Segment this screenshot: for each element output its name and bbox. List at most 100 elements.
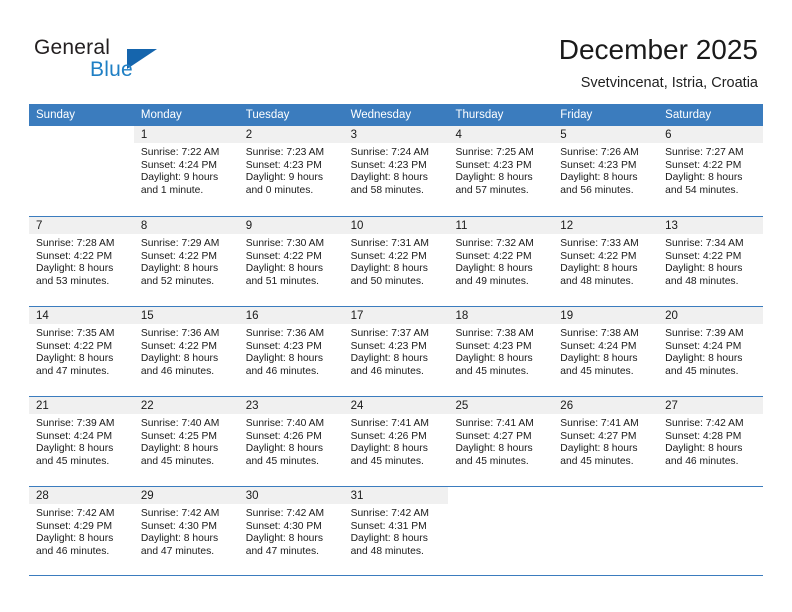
- calendar-day-cell[interactable]: 13 Sunrise: 7:34 AM Sunset: 4:22 PM Dayligh…: [658, 217, 764, 306]
- daylight-text: and 47 minutes.: [140, 545, 215, 557]
- daylight-text: Daylight: 8 hours: [455, 443, 533, 455]
- day-number-band: 17: [343, 307, 449, 325]
- day-number: 6: [665, 129, 672, 141]
- day-details: Sunrise: 7:40 AM Sunset: 4:26 PM Daylight:…: [239, 415, 344, 468]
- daylight-text: Daylight: 8 hours: [665, 263, 743, 275]
- sunset-text: Sunset: 4:24 PM: [665, 340, 742, 352]
- calendar-day-cell[interactable]: 17 Sunrise: 7:37 AM Sunset: 4:23 PM Dayligh…: [343, 307, 449, 396]
- daylight-text: Daylight: 8 hours: [245, 263, 323, 275]
- calendar-day-cell[interactable]: 10 Sunrise: 7:31 AM Sunset: 4:22 PM Dayligh…: [343, 217, 449, 306]
- calendar-day-cell[interactable]: 7 Sunrise: 7:28 AM Sunset: 4:22 PM Daylight…: [29, 217, 134, 306]
- calendar-day-cell[interactable]: 28 Sunrise: 7:42 AM Sunset: 4:29 PM Dayligh…: [29, 487, 134, 575]
- calendar-day-cell[interactable]: 30 Sunrise: 7:42 AM Sunset: 4:30 PM Dayligh…: [238, 487, 344, 575]
- day-number-band: 21: [29, 397, 134, 415]
- calendar-day-cell[interactable]: 1 Sunrise: 7:22 AM Sunset: 4:24 PM Daylight…: [133, 126, 239, 216]
- day-number-band: 13: [658, 217, 764, 235]
- calendar-day-cell[interactable]: 5 Sunrise: 7:26 AM Sunset: 4:23 PM Daylight…: [553, 126, 659, 216]
- calendar-day-cell[interactable]: 3 Sunrise: 7:24 AM Sunset: 4:23 PM Daylight…: [343, 126, 449, 216]
- page-header: General Blue December 2025 Svetvincenat,…: [0, 0, 792, 100]
- calendar-day-cell[interactable]: 21 Sunrise: 7:39 AM Sunset: 4:24 PM Dayligh…: [29, 397, 134, 486]
- day-number: 29: [140, 490, 154, 502]
- calendar-day-cell[interactable]: 27 Sunrise: 7:42 AM Sunset: 4:28 PM Dayligh…: [658, 397, 764, 486]
- calendar-day-cell[interactable]: 19 Sunrise: 7:38 AM Sunset: 4:24 PM Dayligh…: [553, 307, 659, 396]
- title-block: December 2025 Svetvincenat, Istria, Croa…: [559, 33, 758, 93]
- day-number-band: 24: [343, 397, 449, 415]
- daylight-text: Daylight: 8 hours: [350, 353, 428, 365]
- day-details: Sunrise: 7:42 AM Sunset: 4:30 PM Daylight:…: [239, 505, 344, 558]
- sunset-text: Sunset: 4:23 PM: [455, 340, 532, 352]
- day-number-band: [658, 487, 764, 505]
- daylight-text: and 48 minutes.: [665, 275, 739, 287]
- calendar-cell-empty: [448, 487, 554, 575]
- sunset-text: Sunset: 4:22 PM: [560, 250, 637, 262]
- calendar-day-cell[interactable]: 11 Sunrise: 7:32 AM Sunset: 4:22 PM Dayligh…: [448, 217, 554, 306]
- day-details: Sunrise: 7:38 AM Sunset: 4:23 PM Daylight:…: [448, 325, 553, 378]
- day-number-band: 14: [29, 307, 134, 325]
- calendar-day-cell[interactable]: 2 Sunrise: 7:23 AM Sunset: 4:23 PM Daylight…: [238, 126, 344, 216]
- sunrise-text: Sunrise: 7:38 AM: [455, 328, 534, 339]
- day-details: Sunrise: 7:26 AM Sunset: 4:23 PM Daylight:…: [553, 144, 658, 197]
- day-details: Sunrise: 7:41 AM Sunset: 4:27 PM Daylight:…: [553, 415, 658, 468]
- sunset-text: Sunset: 4:30 PM: [140, 520, 217, 532]
- day-number: 19: [560, 310, 574, 322]
- calendar-day-cell[interactable]: 4 Sunrise: 7:25 AM Sunset: 4:23 PM Daylight…: [448, 126, 554, 216]
- sunrise-text: Sunrise: 7:30 AM: [245, 238, 325, 249]
- sunrise-text: Sunrise: 7:34 AM: [665, 238, 744, 249]
- sunset-text: Sunset: 4:22 PM: [665, 159, 742, 171]
- logo-text-blue: Blue: [90, 58, 133, 81]
- weekday-header-saturday: Saturday: [665, 109, 712, 121]
- sunset-text: Sunset: 4:23 PM: [245, 340, 322, 352]
- calendar-day-cell[interactable]: 15 Sunrise: 7:36 AM Sunset: 4:22 PM Dayligh…: [133, 307, 239, 396]
- sunset-text: Sunset: 4:23 PM: [560, 159, 637, 171]
- day-number: 31: [350, 490, 364, 502]
- day-number-band: 15: [133, 307, 239, 325]
- calendar-week-row: 21 Sunrise: 7:39 AM Sunset: 4:24 PM Dayligh…: [29, 396, 764, 486]
- day-number: 2: [245, 129, 253, 141]
- calendar-day-cell[interactable]: 25 Sunrise: 7:41 AM Sunset: 4:27 PM Dayligh…: [448, 397, 554, 486]
- day-details: Sunrise: 7:31 AM Sunset: 4:22 PM Daylight:…: [344, 235, 449, 288]
- calendar-day-cell[interactable]: 22 Sunrise: 7:40 AM Sunset: 4:25 PM Dayligh…: [133, 397, 239, 486]
- day-number: 30: [245, 490, 259, 502]
- weekday-header-sunday: Sunday: [36, 109, 76, 121]
- day-number-band: 23: [238, 397, 344, 415]
- calendar-day-cell[interactable]: 20 Sunrise: 7:39 AM Sunset: 4:24 PM Dayligh…: [658, 307, 764, 396]
- calendar-day-cell[interactable]: 9 Sunrise: 7:30 AM Sunset: 4:22 PM Daylight…: [238, 217, 344, 306]
- daylight-text: and 45 minutes.: [665, 365, 739, 377]
- day-details: Sunrise: 7:23 AM Sunset: 4:23 PM Daylight:…: [239, 144, 344, 197]
- sunrise-text: Sunrise: 7:23 AM: [245, 147, 325, 158]
- day-number-band: 20: [658, 307, 764, 325]
- sunset-text: Sunset: 4:28 PM: [665, 430, 742, 442]
- day-number: 20: [665, 310, 678, 322]
- day-number: 24: [350, 400, 364, 412]
- calendar-day-cell[interactable]: 24 Sunrise: 7:41 AM Sunset: 4:26 PM Dayligh…: [343, 397, 449, 486]
- calendar-day-cell[interactable]: 12 Sunrise: 7:33 AM Sunset: 4:22 PM Dayligh…: [553, 217, 659, 306]
- daylight-text: Daylight: 8 hours: [245, 533, 323, 545]
- calendar-day-cell[interactable]: 18 Sunrise: 7:38 AM Sunset: 4:23 PM Dayligh…: [448, 307, 554, 396]
- day-number-band: 9: [238, 217, 344, 235]
- day-number-band: 29: [133, 487, 239, 505]
- sunrise-text: Sunrise: 7:28 AM: [36, 238, 115, 249]
- daylight-text: Daylight: 8 hours: [560, 443, 638, 455]
- daylight-text: Daylight: 8 hours: [245, 443, 323, 455]
- calendar-cell-empty: [553, 487, 659, 575]
- calendar-day-cell[interactable]: 16 Sunrise: 7:36 AM Sunset: 4:23 PM Dayligh…: [238, 307, 344, 396]
- sunset-text: Sunset: 4:23 PM: [350, 159, 427, 171]
- sunrise-text: Sunrise: 7:41 AM: [455, 418, 534, 429]
- day-number-band: 31: [343, 487, 449, 505]
- calendar-day-cell[interactable]: 8 Sunrise: 7:29 AM Sunset: 4:22 PM Daylight…: [133, 217, 239, 306]
- calendar-day-cell[interactable]: 31 Sunrise: 7:42 AM Sunset: 4:31 PM Dayligh…: [343, 487, 449, 575]
- calendar-day-cell[interactable]: 6 Sunrise: 7:27 AM Sunset: 4:22 PM Daylight…: [658, 126, 764, 216]
- day-details: [29, 144, 134, 147]
- daylight-text: and 45 minutes.: [560, 365, 634, 377]
- day-number-band: [553, 487, 659, 505]
- day-number: 26: [560, 400, 574, 412]
- calendar-day-cell[interactable]: 26 Sunrise: 7:41 AM Sunset: 4:27 PM Dayligh…: [553, 397, 659, 486]
- daylight-text: and 53 minutes.: [36, 275, 110, 287]
- day-details: Sunrise: 7:27 AM Sunset: 4:22 PM Daylight:…: [658, 144, 763, 197]
- day-number-band: 18: [448, 307, 554, 325]
- calendar-day-cell[interactable]: 23 Sunrise: 7:40 AM Sunset: 4:26 PM Dayligh…: [238, 397, 344, 486]
- sunset-text: Sunset: 4:24 PM: [560, 340, 637, 352]
- calendar-day-cell[interactable]: 14 Sunrise: 7:35 AM Sunset: 4:22 PM Dayligh…: [29, 307, 134, 396]
- calendar-day-cell[interactable]: 29 Sunrise: 7:42 AM Sunset: 4:30 PM Dayligh…: [133, 487, 239, 575]
- day-details: Sunrise: 7:38 AM Sunset: 4:24 PM Daylight:…: [553, 325, 658, 378]
